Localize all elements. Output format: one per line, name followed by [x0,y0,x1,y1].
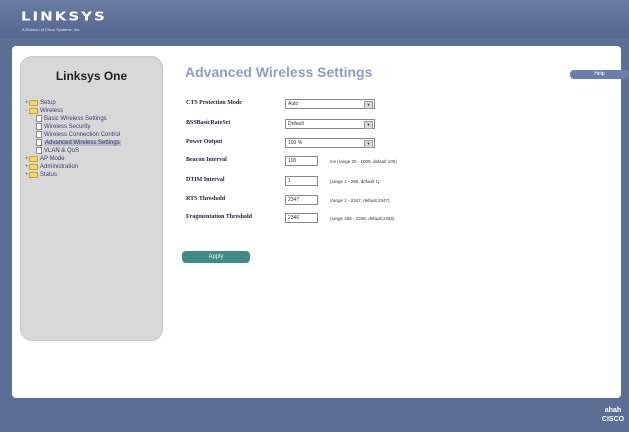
cisco-logo-text: CISCO [601,416,625,423]
cisco-logo-bars: ahah [604,407,622,414]
sidebar-item-label: Advanced Wireless Settings [44,140,121,146]
chevron-down-icon[interactable]: ▼ [364,121,373,129]
cts-protection-mode-select[interactable]: Auto ▼ [285,99,375,109]
bss-basic-rate-set-select[interactable]: Default ▼ [285,119,375,129]
sidebar-item-vlan-qos[interactable]: VLAN & QoS [36,147,79,155]
power-output-label: Power Output [186,139,223,145]
dtim-interval-input[interactable]: 1 [285,176,318,186]
power-output-select[interactable]: 100 % ▼ [285,138,375,148]
sidebar-item-label: Administration [40,164,79,170]
folder-open-icon [29,108,38,114]
beacon-interval-label: Beacon Interval [186,157,227,163]
dtim-interval-hint: (range 1 - 255, default 1) [330,179,380,184]
sidebar-item-label: Wireless Connection Control [44,132,121,138]
page-icon [36,147,42,154]
folder-icon [29,156,38,162]
beacon-interval-hint: ms (range 20 - 1000, default 100) [330,159,397,164]
linksys-logo: LINKSYS [21,8,107,24]
select-value: Auto [288,101,299,107]
page-title: Advanced Wireless Settings [185,64,373,80]
fragmentation-threshold-label: Fragmentation Threshold [186,214,252,220]
sidebar-item-setup[interactable]: + Setup [25,99,56,107]
cisco-logo: ahah CISCO [598,406,628,424]
select-value: Default [288,121,304,127]
sidebar-item-label: VLAN & QoS [44,148,80,154]
dtim-interval-label: DTIM Interval [186,177,225,183]
cts-protection-mode-label: CTS Protection Mode [186,100,242,106]
bss-basic-rate-set-label: BSSBasicRateSet [186,120,231,126]
sidebar-item-label: Status [40,172,58,178]
page-icon [36,139,42,146]
folder-icon [29,100,38,106]
sidebar-item-label: Wireless Security [44,124,91,130]
select-value: 100 % [288,140,303,146]
linksys-logo-subtitle: A Division of Cisco Systems, Inc. [22,27,81,32]
sidebar-item-ap-mode[interactable]: + AP Mode [25,155,65,163]
chevron-down-icon[interactable]: ▼ [364,140,373,148]
rts-threshold-label: RTS Threshold [186,196,226,202]
sidebar-item-label: AP Mode [40,156,65,162]
folder-icon [29,164,38,170]
sidebar-item-wireless-connection-control[interactable]: Wireless Connection Control [36,131,120,139]
sidebar-item-label: Basic Wireless Settings [44,116,107,122]
sidebar-item-label: Wireless [40,108,64,114]
page-icon [36,115,42,122]
beacon-interval-input[interactable]: 100 [285,156,318,166]
apply-button[interactable]: Apply [182,251,250,263]
fragmentation-threshold-input[interactable]: 2346 [285,213,318,223]
top-bar: LINKSYS A Division of Cisco Systems, Inc… [0,0,629,38]
help-button[interactable]: Help [570,70,629,79]
folder-icon [29,172,38,178]
page-icon [36,123,42,130]
sidebar: Linksys One + Setup - Wireless Basic Wirel… [20,56,163,341]
sidebar-item-wireless-security[interactable]: Wireless Security [36,123,90,131]
sidebar-item-wireless[interactable]: - Wireless [25,107,63,115]
sidebar-item-status[interactable]: + Status [25,171,57,179]
sidebar-item-basic-wireless-settings[interactable]: Basic Wireless Settings [36,115,107,123]
page-icon [36,131,42,138]
sidebar-item-label: Setup [40,100,56,106]
rts-threshold-input[interactable]: 2347 [285,195,318,205]
sidebar-title: Linksys One [55,69,128,83]
sidebar-item-advanced-wireless-settings[interactable]: Advanced Wireless Settings [36,139,121,147]
fragmentation-threshold-hint: (range 256 - 2346, default 2346) [330,216,395,221]
chevron-down-icon[interactable]: ▼ [364,101,373,109]
rts-threshold-hint: (range 1 - 2347, default 2347) [330,198,390,203]
sidebar-item-administration[interactable]: + Administration [25,163,78,171]
